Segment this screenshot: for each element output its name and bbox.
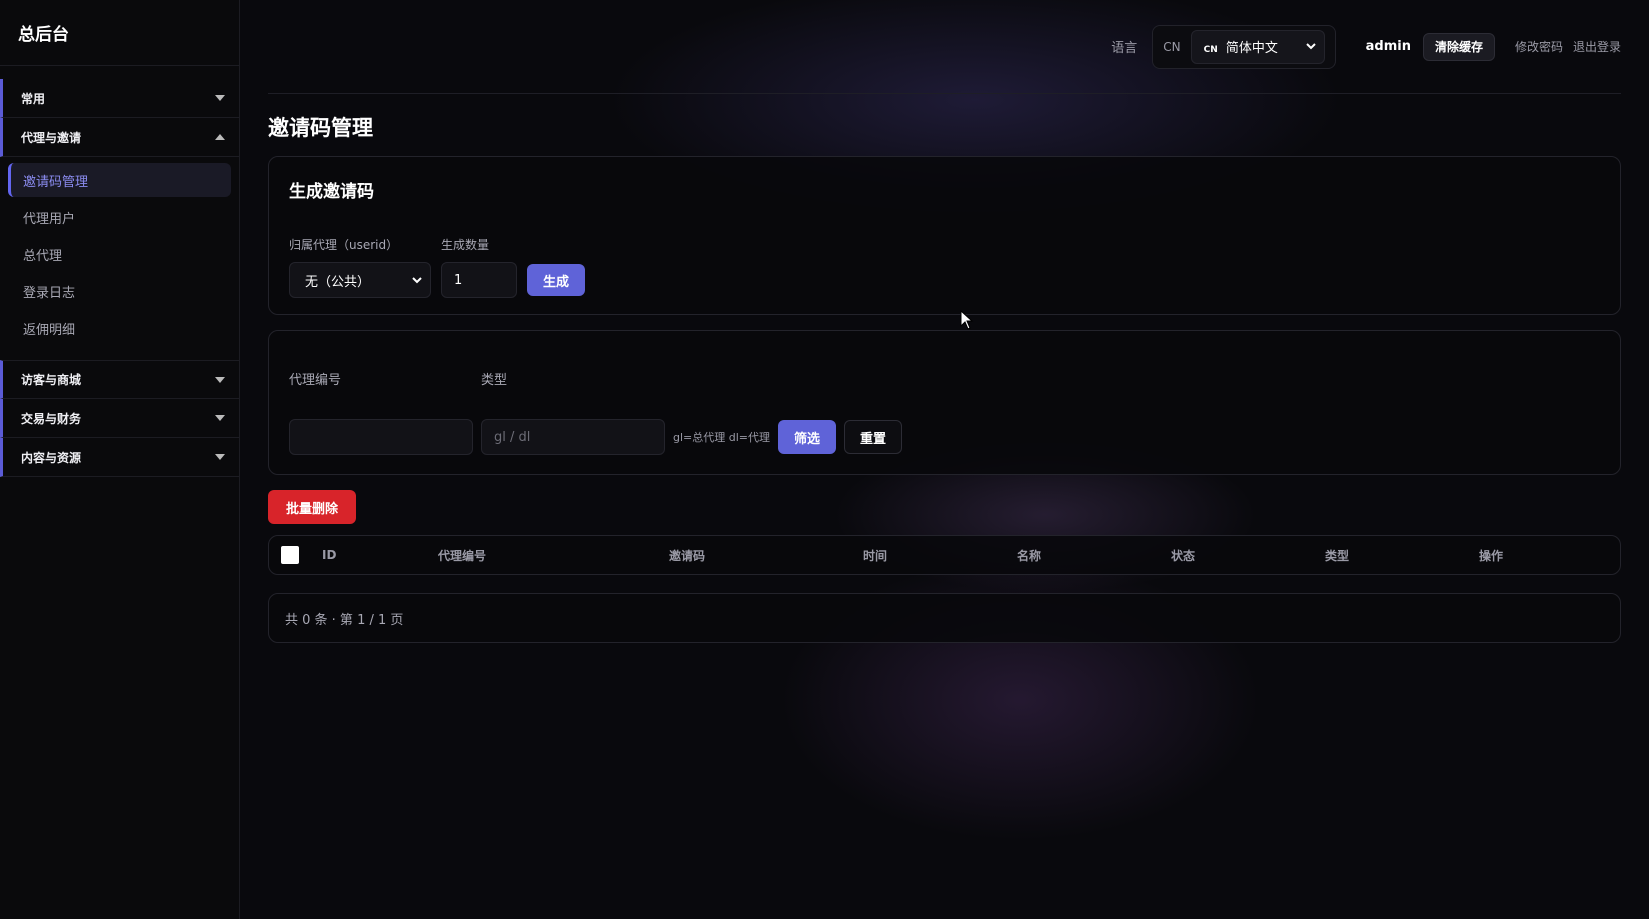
column-status: 状态 xyxy=(1171,548,1196,563)
agent-no-input[interactable] xyxy=(289,419,473,455)
logout-link[interactable]: 退出登录 xyxy=(1573,38,1621,55)
type-label: 类型 xyxy=(481,373,508,388)
clear-cache-button[interactable]: 清除缓存 xyxy=(1422,32,1495,61)
nav-group-visitors-mall[interactable]: 访客与商城 xyxy=(0,360,239,399)
sidebar-item-rebate-details[interactable]: 返佣明细 xyxy=(8,311,231,345)
chevron-down-icon xyxy=(215,415,225,421)
nav-group-label: 内容与资源 xyxy=(21,450,82,465)
column-actions: 操作 xyxy=(1479,548,1504,563)
nav-group-common[interactable]: 常用 xyxy=(0,79,239,118)
filter-form: gl / dl gl=总代理 dl=代理 筛选 重置 xyxy=(289,419,1600,455)
type-hint: gl=总代理 dl=代理 xyxy=(673,431,771,444)
column-invite-code: 邀请码 xyxy=(669,548,706,563)
column-time: 时间 xyxy=(863,548,888,563)
chevron-down-icon xyxy=(215,376,225,383)
language-select[interactable]: CN 简体中文 xyxy=(1190,29,1325,64)
type-input-placeholder: gl / dl xyxy=(494,429,531,445)
agent-no-label: 代理编号 xyxy=(289,373,342,388)
chevron-down-icon xyxy=(1305,43,1316,50)
pagination-summary: 共 0 条 · 第 1 / 1 页 xyxy=(285,612,404,628)
type-input[interactable]: gl / dl xyxy=(481,419,665,455)
column-agent-no: 代理编号 xyxy=(438,548,487,563)
agent-select-value: 无（公共） xyxy=(305,274,371,290)
top-bar: 语言 CN CN 简体中文 admin 清除缓存 修改密码 退出登录 xyxy=(268,0,1621,94)
change-password-link[interactable]: 修改密码 xyxy=(1515,38,1563,55)
mouse-cursor-icon xyxy=(960,310,974,330)
table-header: ID 代理编号 邀请码 时间 名称 状态 类型 操作 xyxy=(268,535,1621,575)
language-label: 语言 xyxy=(1111,41,1138,56)
sidebar-item-invite-codes[interactable]: 邀请码管理 xyxy=(8,163,231,197)
nav-group-label: 交易与财务 xyxy=(21,411,82,426)
column-id: ID xyxy=(322,548,337,562)
nav-group-label: 代理与邀请 xyxy=(21,130,82,145)
column-type: 类型 xyxy=(1325,548,1350,563)
brand-title: 总后台 xyxy=(0,0,239,66)
language-switcher: CN CN 简体中文 xyxy=(1152,24,1336,69)
filter-card: 代理编号 类型 gl / dl gl=总代理 dl=代理 筛选 重置 xyxy=(268,330,1621,475)
reset-button[interactable]: 重置 xyxy=(844,420,903,454)
nav-group-agent-invite[interactable]: 代理与邀请 xyxy=(0,118,239,157)
select-all-checkbox[interactable] xyxy=(281,546,299,564)
nav-group-label: 常用 xyxy=(21,91,46,106)
nav-group-content-resources[interactable]: 内容与资源 xyxy=(0,438,239,477)
main-content: 语言 CN CN 简体中文 admin 清除缓存 修改密码 退出登录 邀请码管理… xyxy=(240,0,1649,919)
agent-field-label: 归属代理（userid） xyxy=(289,238,399,252)
batch-delete-button[interactable]: 批量删除 xyxy=(268,490,356,524)
filter-labels: 代理编号 类型 xyxy=(289,369,1600,388)
nav-submenu: 邀请码管理 代理用户 总代理 登录日志 返佣明细 xyxy=(0,157,239,360)
language-flag-icon: CN xyxy=(1203,45,1218,55)
sidebar-item-agent-users[interactable]: 代理用户 xyxy=(8,200,231,234)
column-name: 名称 xyxy=(1017,548,1042,563)
count-field-label: 生成数量 xyxy=(441,238,490,252)
count-input[interactable]: 1 xyxy=(441,262,517,298)
pagination: 共 0 条 · 第 1 / 1 页 xyxy=(268,593,1621,643)
filter-button[interactable]: 筛选 xyxy=(778,420,837,454)
generate-card: 生成邀请码 归属代理（userid） 无（公共） 生成数量 1 生成 xyxy=(268,156,1621,315)
chevron-up-icon xyxy=(215,134,225,140)
sidebar-item-general-agents[interactable]: 总代理 xyxy=(8,237,231,271)
generate-title: 生成邀请码 xyxy=(289,182,374,202)
language-value: 简体中文 xyxy=(1225,41,1278,56)
nav-group-label: 访客与商城 xyxy=(21,373,82,387)
chevron-down-icon xyxy=(215,95,225,101)
generate-button[interactable]: 生成 xyxy=(527,264,586,296)
sidebar: 总后台 常用 代理与邀请 邀请码管理 代理用户 总代理 登录日志 返佣明细 访客… xyxy=(0,0,240,919)
agent-select[interactable]: 无（公共） xyxy=(289,262,431,298)
page-title: 邀请码管理 xyxy=(268,116,373,140)
generate-form: 归属代理（userid） 无（公共） 生成数量 1 生成 xyxy=(289,236,1600,298)
chevron-down-icon xyxy=(215,454,225,460)
nav-group-trade-finance[interactable]: 交易与财务 xyxy=(0,399,239,438)
sidebar-item-login-logs[interactable]: 登录日志 xyxy=(8,274,231,308)
language-code: CN xyxy=(1163,39,1181,54)
current-user: admin xyxy=(1365,39,1411,54)
chevron-down-icon xyxy=(412,276,422,283)
